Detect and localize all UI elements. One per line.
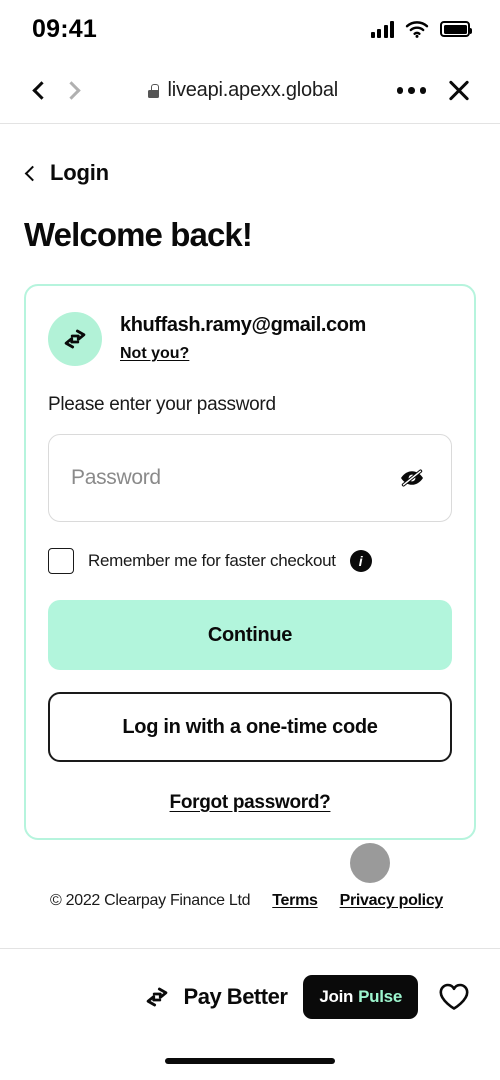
terms-link[interactable]: Terms: [272, 892, 318, 910]
clearpay-logo-icon: [64, 329, 86, 349]
remember-me-label: Remember me for faster checkout: [88, 551, 336, 570]
browser-forward-button[interactable]: [56, 74, 90, 108]
copyright-text: © 2022 Clearpay Finance Ltd: [50, 892, 251, 909]
eye-off-icon: [401, 469, 423, 487]
password-prompt: Please enter your password: [48, 394, 276, 415]
chevron-left-icon: [24, 165, 41, 181]
page-title: Welcome back!: [24, 216, 253, 253]
url-text: liveapi.apexx.global: [167, 79, 339, 101]
browser-toolbar: liveapi.apexx.global: [0, 58, 500, 124]
pulse-label: Pulse: [358, 987, 402, 1006]
remember-me-row[interactable]: Remember me for faster checkout i: [48, 548, 452, 574]
back-to-login[interactable]: Login: [24, 160, 476, 186]
remember-me-checkbox[interactable]: [48, 548, 74, 574]
forgot-password-link[interactable]: Forgot password?: [48, 792, 452, 814]
join-pulse-button[interactable]: Join Pulse: [303, 975, 418, 1019]
page-content: Login Welcome back! khuffash.ramy@gmail.…: [0, 160, 500, 910]
url-bar[interactable]: liveapi.apexx.global: [90, 79, 397, 102]
back-label: Login: [50, 160, 109, 185]
close-icon[interactable]: [444, 76, 474, 106]
browser-back-button[interactable]: [22, 74, 56, 108]
favorite-button[interactable]: [434, 977, 474, 1017]
status-icons: [370, 20, 472, 38]
footer: © 2022 Clearpay Finance Ltd Terms Privac…: [24, 892, 476, 910]
user-row: khuffash.ramy@gmail.com Not you?: [48, 312, 452, 366]
home-indicator: [165, 1058, 335, 1064]
password-field[interactable]: [48, 434, 452, 522]
user-info: khuffash.ramy@gmail.com Not you?: [120, 312, 366, 363]
bottom-bar: Pay Better Join Pulse: [0, 948, 500, 1080]
privacy-policy-link[interactable]: Privacy policy: [340, 892, 444, 910]
cellular-signal-icon: [370, 20, 394, 38]
info-icon[interactable]: i: [349, 550, 372, 572]
heart-outline-icon: [439, 983, 469, 1010]
one-time-code-button[interactable]: Log in with a one-time code: [48, 692, 452, 762]
bottom-bar-content: Pay Better Join Pulse: [0, 949, 500, 1019]
chevron-left-icon: [31, 81, 51, 100]
wifi-icon: [405, 21, 429, 38]
password-input[interactable]: [71, 466, 395, 490]
more-horizontal-icon[interactable]: [396, 87, 426, 94]
user-email: khuffash.ramy@gmail.com: [120, 314, 366, 336]
tap-indicator-dot: [350, 843, 390, 883]
avatar: [48, 312, 102, 366]
lock-icon: [148, 83, 160, 98]
not-you-link[interactable]: Not you?: [120, 345, 189, 363]
clearpay-logo-icon: [146, 987, 167, 1007]
pay-better-label: Pay Better: [183, 984, 288, 1009]
status-bar: 09:41: [0, 0, 500, 58]
join-label: Join: [319, 987, 354, 1006]
status-time: 09:41: [32, 14, 97, 43]
chevron-right-icon: [61, 81, 81, 100]
pay-better-brand: Pay Better: [142, 982, 288, 1012]
continue-button[interactable]: Continue: [48, 600, 452, 670]
toggle-password-visibility-button[interactable]: [395, 463, 429, 493]
login-card: khuffash.ramy@gmail.com Not you? Please …: [24, 284, 476, 840]
phone-screen: 09:41 liveapi.apexx.global Login Welcome…: [0, 0, 500, 1080]
battery-full-icon: [440, 21, 472, 37]
